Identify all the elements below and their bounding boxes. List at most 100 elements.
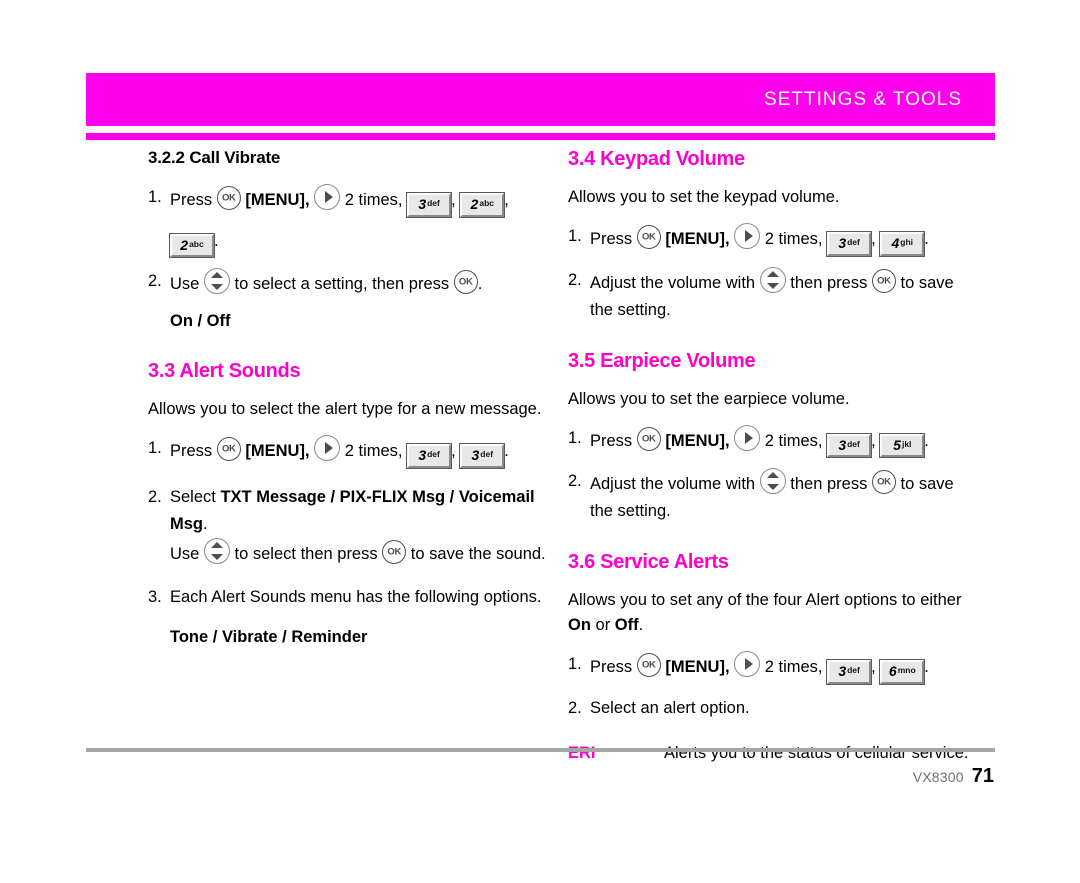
step-3-6-2: 2. Select an alert option. <box>568 695 970 722</box>
option-values-on-off: On / Off <box>170 312 231 330</box>
step-text: Press [MENU], 2 times, 3def, 6mno. <box>590 651 970 685</box>
step-number: 1. <box>148 439 162 457</box>
sentence-period: . <box>504 442 509 460</box>
press-label: Press <box>170 442 213 460</box>
nav-right-icon <box>734 223 761 249</box>
select-label: Select <box>170 487 216 506</box>
step-text: Press [MENU], 2 times, 3def, 5jkl. <box>590 424 970 458</box>
keypad-key-3: 3def <box>826 659 873 685</box>
heading-3-4-keypad-volume: 3.4 Keypad Volume <box>568 148 745 170</box>
key-digit: 3 <box>418 447 427 463</box>
key-letters: abc <box>479 198 494 208</box>
keypad-key-3b: 3def <box>459 443 506 469</box>
keypad-key-3: 3def <box>406 443 453 469</box>
key-separator: , <box>871 431 876 450</box>
intro-3-4: Allows you to set the keypad volume. <box>568 188 840 206</box>
footer-page-number: 71 <box>971 765 994 787</box>
step-text: Adjust the volume with then press to sav… <box>590 266 970 324</box>
page-header-title: SETTINGS & TOOLS <box>764 88 962 110</box>
menu-label: [MENU], <box>245 442 310 460</box>
menu-label: [MENU], <box>665 230 730 248</box>
sentence-period: . <box>203 514 208 533</box>
left-column: 3.2.2 Call Vibrate 1. Press [MENU], 2 ti… <box>148 148 546 663</box>
step-number: 1. <box>568 227 582 245</box>
step-3-3-3: 3. Each Alert Sounds menu has the follow… <box>148 584 546 611</box>
step-mid: then press <box>790 273 868 292</box>
intro-3-3: Allows you to select the alert type for … <box>148 400 542 418</box>
step-3-4-1: 1. Press [MENU], 2 times, 3def, 4ghi. <box>568 223 970 257</box>
keypad-key-5: 5jkl <box>879 432 926 458</box>
ok-key-icon <box>871 268 896 293</box>
nav-up-down-icon <box>759 468 786 494</box>
key-letters: def <box>847 438 860 449</box>
step-3-2-2-1-wrap: 2abc. <box>169 228 546 258</box>
key-digit: 5 <box>893 436 901 453</box>
step-number: 2. <box>568 698 582 717</box>
key-separator: , <box>871 230 876 248</box>
press-label: Press <box>590 431 633 450</box>
keypad-key-3: 3def <box>826 231 873 257</box>
heading-3-6-service-alerts: 3.6 Service Alerts <box>568 551 729 573</box>
option-values-tone-vibrate-reminder: Tone / Vibrate / Reminder <box>170 627 368 646</box>
menu-label: [MENU], <box>665 431 730 450</box>
definition-row-eri: ERI Alerts you to the status of cellular… <box>568 741 970 766</box>
keypad-key-2-wrap: 2abc <box>169 232 215 258</box>
footer-divider <box>86 748 995 752</box>
key-letters: mno <box>897 665 916 675</box>
step-3-6-1: 1. Press [MENU], 2 times, 3def, 6mno. <box>568 651 970 685</box>
sentence-period: . <box>214 231 219 250</box>
key-separator: , <box>504 191 509 209</box>
menu-label: [MENU], <box>245 191 310 209</box>
key-digit: 3 <box>838 663 847 679</box>
keypad-key-3: 3def <box>406 192 453 218</box>
key-letters: abc <box>189 238 204 249</box>
keypad-key-6: 6mno <box>879 659 926 685</box>
right-column: 3.4 Keypad Volume Allows you to set the … <box>568 148 970 766</box>
step-3-4-2: 2. Adjust the volume with then press to … <box>568 266 970 324</box>
sentence-period: . <box>924 431 929 450</box>
ok-key-icon <box>871 470 896 494</box>
step-text: Press [MENU], 2 times, 3def, 2abc, <box>170 184 546 218</box>
heading-3-2-2: 3.2.2 Call Vibrate <box>148 148 281 167</box>
keypad-key-3: 3def <box>826 432 873 458</box>
key-digit: 6 <box>888 663 897 679</box>
intro-3-5: Allows you to set the earpiece volume. <box>568 389 850 408</box>
key-digit: 4 <box>891 235 900 251</box>
press-label: Press <box>170 191 213 209</box>
intro-text: Allows you to set any of the four Alert … <box>568 591 962 609</box>
use-label: Use <box>170 544 200 563</box>
nav-right-icon <box>734 424 761 451</box>
sentence-period: . <box>638 616 644 634</box>
key-letters: def <box>480 449 494 459</box>
key-digit: 2 <box>180 236 189 253</box>
step-tail: to select a setting, then press <box>234 275 450 293</box>
step-text: Press [MENU], 2 times, 3def, 4ghi. <box>590 223 970 257</box>
step-number: 2. <box>568 270 582 289</box>
sentence-period: . <box>924 230 929 248</box>
times-label: 2 times, <box>344 442 403 460</box>
ok-key-icon <box>636 426 661 451</box>
step-number: 1. <box>148 188 162 206</box>
ok-key-icon <box>216 437 241 461</box>
key-letters: jkl <box>901 438 912 449</box>
step-number: 2. <box>568 472 582 490</box>
ok-key-icon <box>382 539 407 564</box>
menu-label: [MENU], <box>665 658 730 676</box>
key-separator: , <box>451 442 456 460</box>
step-lead: Adjust the volume with <box>590 273 756 292</box>
step-number: 3. <box>148 587 162 606</box>
heading-3-3-alert-sounds: 3.3 Alert Sounds <box>148 360 301 382</box>
step-3-5-2: 2. Adjust the volume with then press to … <box>568 468 970 525</box>
times-label: 2 times, <box>764 431 823 450</box>
key-digit: 3 <box>838 235 847 251</box>
step-text: Use to select a setting, then press . <box>170 268 546 298</box>
sentence-period: . <box>924 658 929 676</box>
step-number: 2. <box>148 272 162 290</box>
ok-key-icon <box>636 653 661 677</box>
nav-right-icon <box>314 435 341 461</box>
key-digit: 3 <box>838 436 847 453</box>
page-header-banner: SETTINGS & TOOLS <box>86 73 995 126</box>
ok-key-icon <box>636 225 661 249</box>
header-accent-rule <box>86 133 995 140</box>
key-letters: ghi <box>900 237 914 247</box>
